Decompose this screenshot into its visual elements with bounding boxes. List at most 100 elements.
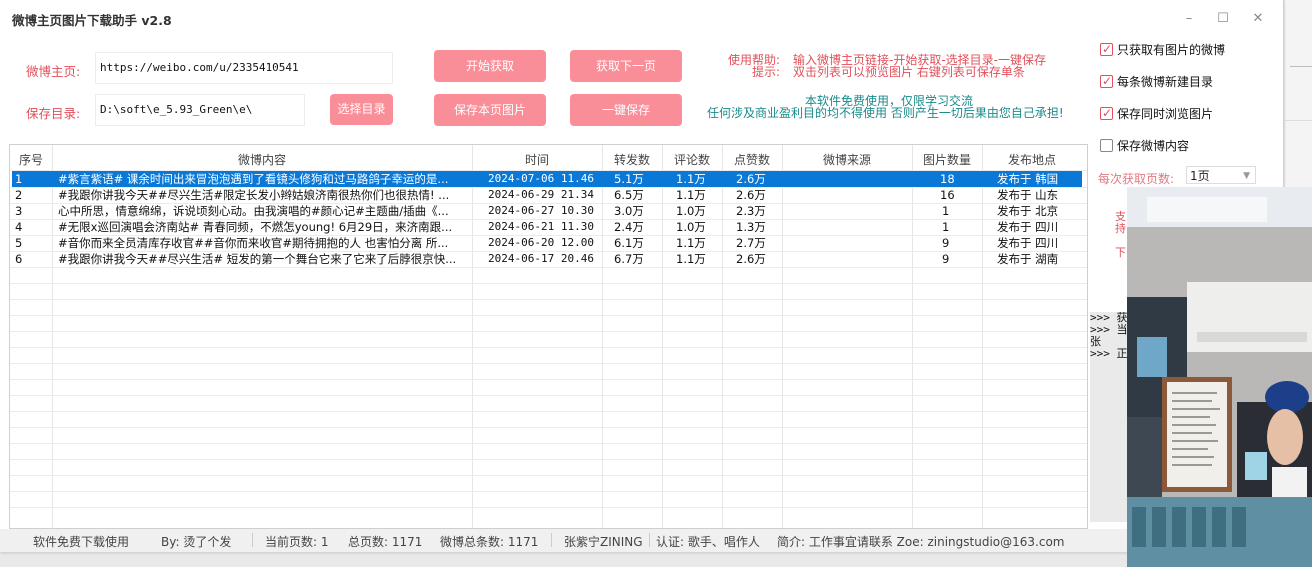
cell-image-count[interactable]: 9: [942, 235, 949, 251]
column-header[interactable]: 评论数: [662, 151, 722, 168]
cell-reposts[interactable]: 6.1万: [614, 235, 644, 251]
cell-location[interactable]: 发布于 四川: [997, 235, 1058, 251]
pages-per-fetch-select[interactable]: 1页 ▼: [1186, 166, 1256, 184]
cell-time[interactable]: 2024-06-27 10.30: [488, 203, 594, 219]
column-header[interactable]: 微博内容: [52, 151, 472, 168]
status-author[interactable]: By: 烫了个发: [161, 533, 231, 550]
status-total-posts: 微博总条数: 1171: [440, 535, 539, 549]
row-divider: [10, 203, 1087, 204]
column-header[interactable]: 发布地点: [982, 151, 1082, 168]
cell-location[interactable]: 发布于 山东: [997, 187, 1058, 203]
home-label: 微博主页:: [26, 64, 81, 79]
checkbox-box[interactable]: [1100, 41, 1113, 57]
column-header[interactable]: 时间: [472, 151, 602, 168]
row-divider: [10, 219, 1087, 220]
cell-time[interactable]: 2024-06-21 11.30: [488, 219, 594, 235]
cell-index[interactable]: 2: [15, 187, 22, 203]
cell-content[interactable]: #我跟你讲我今天##尽兴生活# 短发的第一个舞台它来了它来了后脖很京快...: [58, 251, 470, 267]
row-divider: [10, 427, 1087, 428]
cell-likes[interactable]: 2.3万: [736, 203, 766, 219]
chevron-down-icon[interactable]: ▼: [1243, 167, 1250, 185]
status-intro: 简介: 工作事宜请联系 Zoe: ziningstudio@163.com: [777, 535, 1065, 549]
cell-location[interactable]: 发布于 四川: [997, 219, 1058, 235]
cell-reposts[interactable]: 6.7万: [614, 251, 644, 267]
checkbox-label: 只获取有图片的微博: [1117, 43, 1226, 57]
cell-comments[interactable]: 1.0万: [676, 203, 706, 219]
choose-dir-button[interactable]: 选择目录: [330, 94, 393, 125]
column-header[interactable]: 转发数: [602, 151, 662, 168]
cell-time[interactable]: 2024-06-17 20.46: [488, 251, 594, 267]
cell-content[interactable]: #音你而来全员清库存收官##音你而来收官#期待拥抱的人 也害怕分离 所...: [58, 235, 470, 251]
cell-content[interactable]: #我跟你讲我今天##尽兴生活#限定长发小辫姑娘济南很热你们也很热情! ...: [58, 187, 470, 203]
cell-comments[interactable]: 1.1万: [676, 171, 706, 187]
cell-time[interactable]: 2024-06-29 21.34: [488, 187, 594, 203]
status-separator: [252, 533, 253, 547]
cell-image-count[interactable]: 9: [942, 251, 949, 267]
cell-time[interactable]: 2024-06-20 12.00: [488, 235, 594, 251]
log-line: 当: [1116, 323, 1128, 336]
cell-image-count[interactable]: 1: [942, 219, 949, 235]
cell-reposts[interactable]: 3.0万: [614, 203, 644, 219]
row-divider: [10, 475, 1087, 476]
cell-index[interactable]: 6: [15, 251, 22, 267]
homepage-url-input[interactable]: https://weibo.com/u/2335410541: [95, 52, 393, 84]
cell-index[interactable]: 1: [15, 171, 22, 187]
cell-index[interactable]: 5: [15, 235, 22, 251]
cell-index[interactable]: 4: [15, 219, 22, 235]
row-divider: [10, 459, 1087, 460]
cell-likes[interactable]: 1.3万: [736, 219, 766, 235]
cell-reposts[interactable]: 6.5万: [614, 187, 644, 203]
row-divider: [10, 491, 1087, 492]
row-divider: [10, 187, 1087, 188]
row-divider: [10, 299, 1087, 300]
cell-reposts[interactable]: 5.1万: [614, 171, 644, 187]
cell-location[interactable]: 发布于 湖南: [997, 251, 1058, 267]
cell-comments[interactable]: 1.0万: [676, 219, 706, 235]
checkbox-box[interactable]: [1100, 105, 1113, 121]
checkbox-label: 保存同时浏览图片: [1117, 107, 1214, 121]
log-panel[interactable]: >>> 获 >>> 当 张 >>> 正: [1090, 312, 1130, 522]
column-header[interactable]: 图片数量: [912, 151, 982, 168]
cell-content[interactable]: #紫言紫语# 课余时间出来冒泡泡遇到了看镜头修狗和过马路鸽子幸运的是...: [58, 171, 470, 187]
start-fetch-button[interactable]: 开始获取: [434, 50, 546, 82]
row-divider: [10, 235, 1087, 236]
cell-comments[interactable]: 1.1万: [676, 251, 706, 267]
next-page-button[interactable]: 获取下一页: [570, 50, 682, 82]
checkbox-label: 每条微博新建目录: [1117, 75, 1214, 89]
cell-likes[interactable]: 2.6万: [736, 187, 766, 203]
cell-comments[interactable]: 1.1万: [676, 235, 706, 251]
cell-image-count[interactable]: 1: [942, 203, 949, 219]
background-divider: [1285, 120, 1312, 121]
pages-select-value: 1页: [1190, 169, 1210, 183]
close-icon[interactable]: ✕: [1247, 8, 1269, 30]
row-divider: [10, 267, 1087, 268]
column-header[interactable]: 微博来源: [782, 151, 912, 168]
save-all-button[interactable]: 一键保存: [570, 94, 682, 126]
status-free: 软件免费下载使用: [33, 535, 130, 549]
cell-location[interactable]: 发布于 韩国: [997, 171, 1058, 187]
cell-content[interactable]: #无限x巡回演唱会济南站# 青春同频，不燃怎young! 6月29日，来济南跟.…: [58, 219, 470, 235]
save-dir-input[interactable]: D:\soft\e_5.93_Green\e\: [95, 94, 305, 126]
image-preview-popup[interactable]: [1127, 187, 1312, 567]
cell-image-count[interactable]: 16: [940, 187, 955, 203]
log-line: 正: [1116, 347, 1128, 360]
cell-content[interactable]: 心中所思，情意绵绵，诉说顷刻心动。由我演唱的#颜心记#主题曲/插曲《...: [58, 203, 470, 219]
column-header[interactable]: 点赞数: [722, 151, 782, 168]
maximize-icon[interactable]: ☐: [1212, 8, 1234, 30]
save-page-images-button[interactable]: 保存本页图片: [434, 94, 546, 126]
cell-reposts[interactable]: 2.4万: [614, 219, 644, 235]
cell-image-count[interactable]: 18: [940, 171, 955, 187]
cell-time[interactable]: 2024-07-06 11.46: [488, 171, 594, 187]
cell-likes[interactable]: 2.6万: [736, 171, 766, 187]
checkbox-box[interactable]: [1100, 73, 1113, 89]
column-header[interactable]: 序号: [10, 151, 52, 168]
row-divider: [10, 379, 1087, 380]
cell-index[interactable]: 3: [15, 203, 22, 219]
minimize-icon[interactable]: –: [1178, 8, 1200, 30]
checkbox-box[interactable]: [1100, 139, 1113, 152]
posts-table[interactable]: 序号 微博内容 时间 转发数 评论数 点赞数 微博来源 图片数量 发布地点 1 …: [9, 144, 1088, 529]
cell-comments[interactable]: 1.1万: [676, 187, 706, 203]
cell-likes[interactable]: 2.6万: [736, 251, 766, 267]
cell-likes[interactable]: 2.7万: [736, 235, 766, 251]
cell-location[interactable]: 发布于 北京: [997, 203, 1058, 219]
